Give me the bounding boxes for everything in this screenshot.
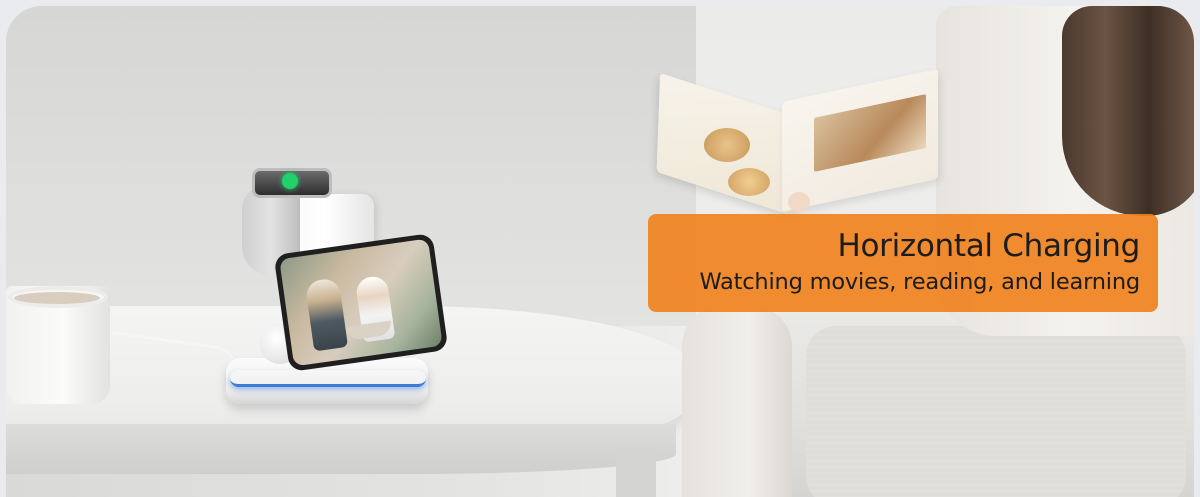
lifestyle-photo: Horizontal Charging Watching movies, rea… <box>6 6 1194 497</box>
feature-subtitle: Watching movies, reading, and learning <box>699 269 1140 295</box>
smartphone-landscape <box>273 232 449 372</box>
side-table-edge <box>6 424 676 474</box>
coffee <box>14 292 100 304</box>
charging-led-strip <box>230 370 426 387</box>
feature-callout: Horizontal Charging Watching movies, rea… <box>648 214 1158 312</box>
reader-hand <box>788 192 810 212</box>
armchair-cushion <box>806 326 1186 497</box>
side-table-leg <box>616 446 656 497</box>
book-illustration-bread <box>704 128 750 162</box>
reader-hair <box>1062 6 1194 216</box>
video-person-elder <box>304 277 349 352</box>
book-illustration-pastry <box>728 168 770 196</box>
phone-screen-video <box>279 238 443 367</box>
product-banner-image: Horizontal Charging Watching movies, rea… <box>0 0 1200 497</box>
feature-title: Horizontal Charging <box>837 228 1140 264</box>
charging-icon <box>282 173 298 189</box>
reader-legs <box>682 306 792 497</box>
